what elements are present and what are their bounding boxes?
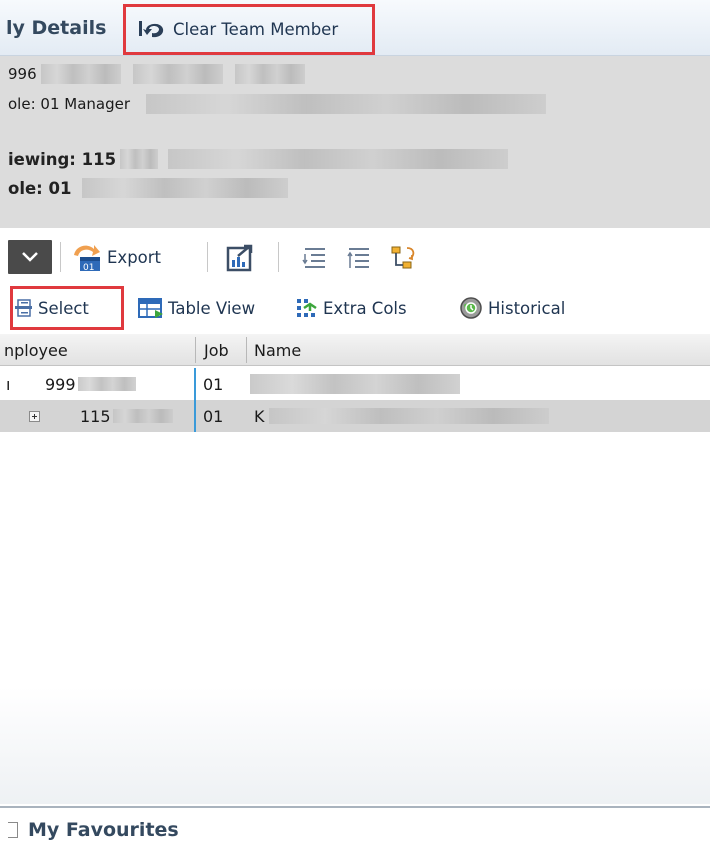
column-header-employee[interactable]: nployee: [4, 334, 68, 366]
name-cell: K: [254, 400, 549, 432]
svg-text:01: 01: [83, 263, 94, 273]
column-divider[interactable]: [195, 337, 196, 363]
historical-label: Historical: [488, 298, 566, 318]
name-cell: [250, 368, 460, 400]
employee-number: 999: [45, 374, 76, 394]
role-line: ole: 01 Manager: [8, 93, 546, 115]
row-prefix: ı: [6, 374, 11, 394]
secondary-toolbar: Select Table View Extra Cols Historical: [0, 286, 710, 330]
employee-number: 115: [80, 406, 111, 426]
viewing-line: iewing: 115: [8, 148, 509, 170]
chart-export-button[interactable]: [226, 244, 256, 276]
table-view-button[interactable]: Table View: [138, 295, 255, 321]
details-panel: 996 ole: 01 Manager iewing: 115 ole: 01: [0, 56, 710, 228]
main-toolbar: 01 Export: [0, 232, 710, 282]
view-dropdown-button[interactable]: [8, 240, 52, 274]
extra-cols-label: Extra Cols: [323, 298, 407, 318]
redacted-text: [81, 178, 288, 198]
employee-id-line: 996: [8, 63, 305, 85]
redacted-text: [234, 64, 305, 84]
redacted-text: [250, 374, 460, 394]
redacted-text: [120, 149, 159, 169]
table-row[interactable]: 115 01 K: [0, 400, 710, 432]
panel-title: ly Details: [6, 17, 107, 39]
redacted-text: [112, 409, 173, 423]
table-view-icon: [138, 298, 163, 318]
panel-divider: [0, 806, 710, 808]
select-button[interactable]: Select: [10, 286, 124, 330]
indent-icon: [302, 248, 325, 268]
redacted-text: [168, 149, 509, 169]
export-label: Export: [107, 247, 162, 267]
hierarchy-button[interactable]: [389, 244, 419, 276]
historical-globe-icon: [460, 297, 482, 319]
role2-text: ole: 01: [8, 178, 72, 198]
outdent-icon: [347, 248, 369, 268]
indent-button[interactable]: [302, 244, 328, 276]
column-header-job[interactable]: Job: [204, 334, 229, 366]
chevron-down-icon: [22, 252, 38, 262]
select-label: Select: [38, 298, 89, 318]
my-favourites-label: My Favourites: [28, 819, 179, 841]
column-divider[interactable]: [246, 337, 247, 363]
redacted-text: [40, 64, 121, 84]
employee-cell: 999: [45, 368, 136, 400]
extra-columns-icon: [297, 299, 317, 317]
extra-cols-button[interactable]: Extra Cols: [295, 295, 407, 321]
employee-id: 996: [8, 65, 37, 83]
team-table: nployee Job Name ı 999 01 115 01 K: [0, 334, 710, 804]
employee-cell: 115: [80, 400, 173, 432]
table-view-label: Table View: [168, 298, 256, 318]
panel-header: ly Details Clear Team Member: [0, 0, 710, 56]
name-text: K: [254, 406, 265, 426]
expand-row-icon[interactable]: [29, 411, 40, 422]
select-list-icon: [15, 299, 32, 317]
column-divider: [194, 368, 196, 400]
table-row[interactable]: ı 999 01: [0, 368, 710, 400]
undo-arrow-icon: [139, 20, 164, 37]
redacted-text: [146, 94, 546, 114]
table-header: nployee Job Name: [0, 334, 710, 366]
chart-export-icon: [226, 244, 253, 272]
toolbar-separator: [207, 242, 208, 272]
role2-line: ole: 01: [8, 177, 288, 199]
export-calendar-icon: 01: [74, 245, 100, 273]
column-divider: [194, 400, 196, 432]
role-text: ole: 01 Manager: [8, 95, 130, 113]
collapse-toggle-icon[interactable]: [8, 822, 18, 838]
redacted-text: [268, 408, 549, 424]
toolbar-separator: [278, 242, 279, 272]
toolbar-separator: [60, 242, 61, 272]
historical-button[interactable]: Historical: [458, 295, 565, 321]
hierarchy-icon: [391, 246, 415, 269]
viewing-text: iewing: 115: [8, 149, 117, 169]
job-cell: 01: [203, 406, 224, 426]
redacted-text: [77, 377, 136, 391]
redacted-text: [132, 64, 223, 84]
job-cell: 01: [203, 374, 224, 394]
column-header-name[interactable]: Name: [254, 334, 301, 366]
outdent-button[interactable]: [346, 244, 372, 276]
team-panel: ly Details Clear Team Member 996 ole: 01…: [0, 0, 710, 852]
my-favourites-section[interactable]: My Favourites: [8, 814, 179, 846]
export-button[interactable]: 01 Export: [70, 240, 161, 274]
clear-team-member-label: Clear Team Member: [173, 20, 339, 39]
clear-team-member-button[interactable]: Clear Team Member: [123, 4, 375, 55]
